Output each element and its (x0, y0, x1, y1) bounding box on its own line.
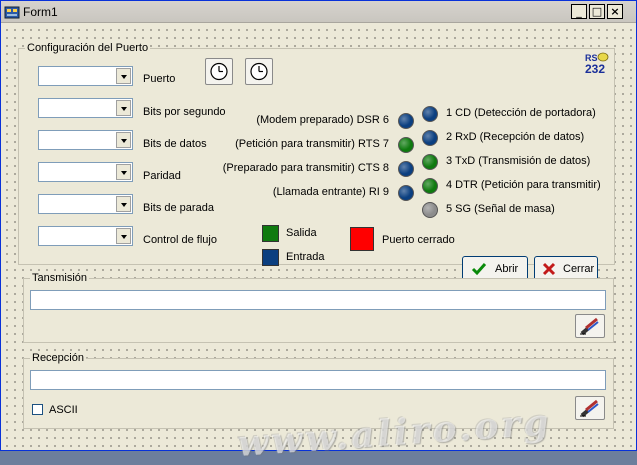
port-combo[interactable] (38, 66, 133, 86)
sg-label: 5 SG (Señal de masa) (446, 203, 555, 215)
window-title: Form1 (23, 5, 58, 19)
port-status-indicator (350, 227, 374, 251)
transmission-legend: Tansmisión (30, 272, 90, 284)
flow-control-combo[interactable] (38, 226, 133, 246)
ri-led (398, 185, 414, 201)
ri-label: (Llamada entrante) RI 9 (272, 186, 389, 198)
cts-label: (Preparado para transmitir) CTS 8 (222, 162, 389, 174)
flow-control-label: Control de flujo (143, 234, 217, 246)
chevron-down-icon[interactable] (116, 100, 131, 116)
chevron-down-icon[interactable] (116, 164, 131, 180)
data-bits-label: Bits de datos (143, 138, 207, 150)
baud-rate-combo[interactable] (38, 98, 133, 118)
rxd-label: 2 RxD (Recepción de datos) (446, 131, 585, 143)
close-port-button-label: Cerrar (563, 263, 595, 275)
checkmark-icon (471, 263, 487, 276)
output-legend-label: Salida (286, 227, 317, 239)
data-bits-combo[interactable] (38, 130, 133, 150)
txd-label: 3 TxD (Transmisión de datos) (446, 155, 591, 167)
rs232-logo: RS 232 (584, 51, 610, 77)
dsr-led (398, 113, 414, 129)
transmission-input[interactable] (30, 290, 606, 310)
form-client-area: Configuración del Puerto Puerto Bits por… (1, 24, 636, 465)
open-button-label: Abrir (495, 263, 519, 275)
minimize-button[interactable]: _ (571, 4, 587, 19)
clock-icon (250, 62, 268, 81)
send-button[interactable] (575, 314, 605, 338)
brush-icon (580, 399, 599, 418)
input-legend-label: Entrada (286, 251, 325, 263)
app-icon (4, 6, 20, 19)
dtr-led (422, 178, 438, 194)
main-window: Form1 _ □ × Configuración del Puerto Pue… (0, 0, 637, 465)
port-label: Puerto (143, 73, 176, 85)
rts-led (398, 137, 414, 153)
port-config-legend: Configuración del Puerto (25, 42, 151, 54)
ascii-label: ASCII (49, 404, 78, 416)
parity-combo[interactable] (38, 162, 133, 182)
clock-icon (210, 62, 228, 81)
brush-icon (580, 317, 599, 336)
stop-bits-label: Bits de parada (143, 202, 214, 214)
maximize-icon: □ (591, 5, 603, 18)
port-status-label: Puerto cerrado (382, 234, 455, 246)
close-window-button[interactable]: × (607, 4, 623, 19)
rs232-bottom: 232 (585, 62, 606, 76)
transmission-group: Tansmisión (23, 272, 614, 343)
chevron-down-icon[interactable] (116, 228, 131, 244)
parity-label: Paridad (143, 170, 181, 182)
close-icon: × (610, 5, 620, 18)
timer-button-1[interactable] (205, 58, 233, 85)
dtr-label: 4 DTR (Petición para transmitir) (446, 179, 601, 191)
title-bar: Form1 _ □ × (1, 1, 636, 23)
rts-label: (Petición para transmitir) RTS 7 (235, 138, 389, 150)
sg-led (422, 202, 438, 218)
minimize-icon: _ (576, 5, 582, 18)
cd-led (422, 106, 438, 122)
chevron-down-icon[interactable] (116, 68, 131, 84)
clear-button[interactable] (575, 396, 605, 420)
stop-bits-combo[interactable] (38, 194, 133, 214)
chevron-down-icon[interactable] (116, 132, 131, 148)
timer-button-2[interactable] (245, 58, 273, 85)
rxd-led (422, 130, 438, 146)
x-icon (542, 262, 556, 276)
reception-group: Recepción ASCII (23, 352, 614, 429)
port-config-group: Configuración del Puerto Puerto Bits por… (18, 42, 615, 281)
cd-label: 1 CD (Detección de portadora) (446, 107, 596, 119)
chevron-down-icon[interactable] (116, 196, 131, 212)
baud-rate-label: Bits por segundo (143, 106, 226, 118)
reception-legend: Recepción (30, 352, 86, 364)
ascii-checkbox[interactable] (32, 404, 43, 415)
maximize-button[interactable]: □ (589, 4, 605, 19)
input-legend-swatch (262, 249, 279, 266)
reception-input[interactable] (30, 370, 606, 390)
txd-led (422, 154, 438, 170)
cts-led (398, 161, 414, 177)
output-legend-swatch (262, 225, 279, 242)
dsr-label: (Modem preparado) DSR 6 (256, 114, 389, 126)
